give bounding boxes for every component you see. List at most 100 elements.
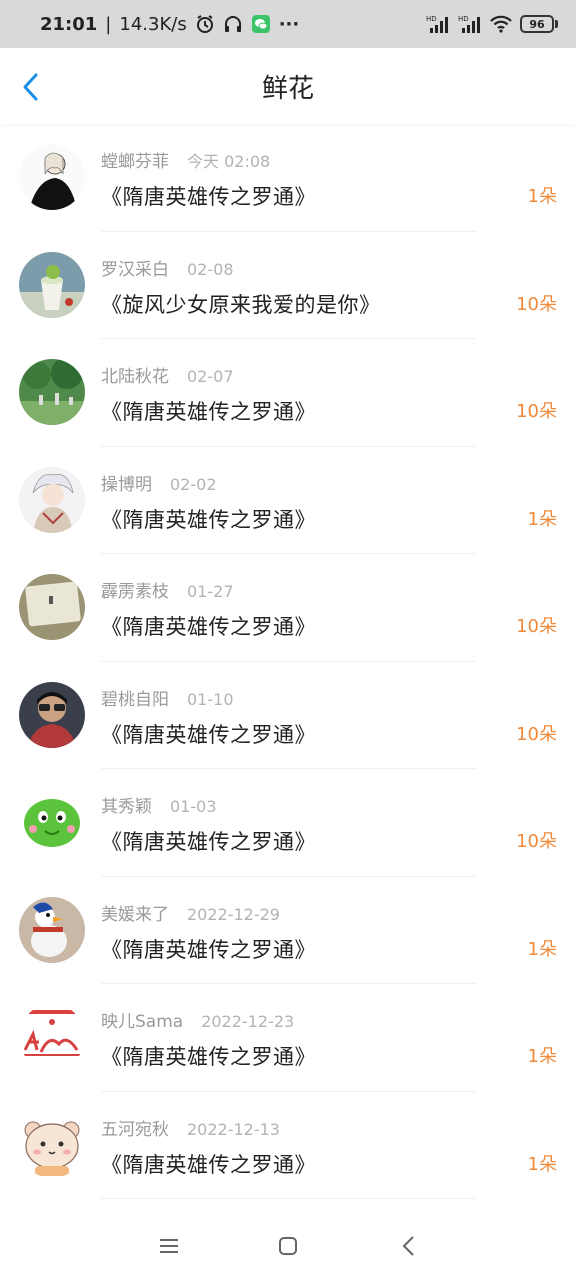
date: 今天 02:08 (187, 152, 271, 171)
book-title[interactable]: 《旋风少女原来我爱的是你》 (101, 289, 576, 319)
flower-amount: 1朵 (527, 938, 557, 960)
username[interactable]: 五河宛秋 (101, 1115, 169, 1140)
username[interactable]: 霹雳素枝 (101, 577, 169, 602)
book-title[interactable]: 《隋唐英雄传之罗通》 (101, 934, 576, 964)
meta-row: 螳螂芬菲 今天 02:08 (101, 147, 576, 173)
alarm-icon (195, 14, 215, 34)
flower-amount: 1朵 (527, 508, 557, 530)
status-separator: | (105, 13, 112, 35)
list-item[interactable]: 操博明 02-02 《隋唐英雄传之罗通》 1朵 (0, 447, 576, 554)
svg-text:HD: HD (458, 15, 469, 23)
username[interactable]: 映儿Sama (101, 1007, 183, 1032)
item-info: 美媛来了 2022-12-29 《隋唐英雄传之罗通》 (101, 900, 576, 964)
headphones-icon (223, 14, 243, 34)
system-nav-bar (0, 1210, 576, 1280)
flower-amount: 10朵 (516, 831, 557, 852)
avatar[interactable] (19, 359, 85, 425)
item-info: 操博明 02-02 《隋唐英雄传之罗通》 (101, 470, 576, 534)
list-item[interactable]: 碧桃自阳 01-10 《隋唐英雄传之罗通》 10朵 (0, 662, 576, 769)
wechat-icon (251, 14, 271, 34)
chevron-left-icon (23, 73, 38, 101)
list-item[interactable]: 罗汉采白 02-08 《旋风少女原来我爱的是你》 10朵 (0, 232, 576, 339)
back-button[interactable] (16, 72, 46, 102)
username[interactable]: 北陆秋花 (101, 362, 169, 387)
meta-row: 北陆秋花 02-07 (101, 362, 576, 388)
signal-icon: HD (458, 14, 482, 34)
book-title[interactable]: 《隋唐英雄传之罗通》 (101, 181, 576, 211)
avatar[interactable] (19, 896, 85, 963)
nav-back-button[interactable] (397, 1234, 421, 1258)
date: 2022-12-29 (187, 904, 280, 924)
flower-amount: 10朵 (516, 616, 557, 637)
list-item[interactable]: 其秀颖 01-03 《隋唐英雄传之罗通》 10朵 (0, 769, 576, 877)
item-info: 霹雳素枝 01-27 《隋唐英雄传之罗通》 (101, 577, 576, 641)
status-left: 21:01 | 14.3K/s ··· (40, 14, 299, 35)
book-title[interactable]: 《隋唐英雄传之罗通》 (101, 1041, 576, 1071)
meta-row: 操博明 02-02 (101, 470, 576, 496)
book-title[interactable]: 《隋唐英雄传之罗通》 (101, 504, 576, 534)
item-info: 北陆秋花 02-07 《隋唐英雄传之罗通》 (101, 362, 576, 426)
list-item[interactable]: 美媛来了 2022-12-29 《隋唐英雄传之罗通》 1朵 (0, 877, 576, 984)
book-title[interactable]: 《隋唐英雄传之罗通》 (101, 826, 576, 856)
book-title[interactable]: 《隋唐英雄传之罗通》 (101, 611, 576, 641)
username[interactable]: 操博明 (101, 470, 152, 495)
avatar[interactable] (19, 466, 85, 533)
menu-icon (160, 1239, 178, 1253)
header: 鲜花 (0, 48, 576, 124)
date: 02-07 (187, 367, 234, 386)
gift-list: 螳螂芬菲 今天 02:08 《隋唐英雄传之罗通》 1朵 罗汉采白 02-08 《… (0, 124, 576, 1199)
menu-button[interactable] (157, 1234, 181, 1258)
avatar[interactable] (19, 1004, 85, 1070)
meta-row: 碧桃自阳 01-10 (101, 685, 576, 711)
list-item[interactable]: 映儿Sama 2022-12-23 《隋唐英雄传之罗通》 1朵 (0, 984, 576, 1092)
list-item[interactable]: 螳螂芬菲 今天 02:08 《隋唐英雄传之罗通》 1朵 (0, 124, 576, 232)
meta-row: 美媛来了 2022-12-29 (101, 900, 576, 926)
svg-text:HD: HD (426, 15, 437, 23)
flower-amount: 1朵 (527, 186, 557, 207)
username[interactable]: 其秀颖 (101, 792, 152, 817)
avatar[interactable] (19, 681, 85, 748)
list-item[interactable]: 霹雳素枝 01-27 《隋唐英雄传之罗通》 10朵 (0, 554, 576, 662)
book-title[interactable]: 《隋唐英雄传之罗通》 (101, 1149, 576, 1179)
username[interactable]: 碧桃自阳 (101, 685, 169, 710)
item-info: 其秀颖 01-03 《隋唐英雄传之罗通》 (101, 792, 576, 856)
meta-row: 霹雳素枝 01-27 (101, 577, 576, 603)
date: 01-27 (187, 582, 234, 601)
date: 01-10 (187, 689, 234, 709)
avatar[interactable] (19, 1111, 85, 1178)
network-speed: 14.3K/s (119, 13, 187, 35)
meta-row: 映儿Sama 2022-12-23 (101, 1007, 576, 1033)
flower-amount: 10朵 (516, 293, 557, 315)
book-title[interactable]: 《隋唐英雄传之罗通》 (101, 719, 576, 749)
date: 2022-12-13 (187, 1119, 280, 1139)
list-item[interactable]: 五河宛秋 2022-12-13 《隋唐英雄传之罗通》 1朵 (0, 1092, 576, 1199)
date: 01-03 (170, 797, 217, 816)
wifi-icon (490, 15, 512, 33)
username[interactable]: 螳螂芬菲 (101, 147, 169, 172)
date: 02-02 (170, 474, 217, 494)
meta-row: 其秀颖 01-03 (101, 792, 576, 818)
flower-amount: 10朵 (516, 401, 557, 422)
book-title[interactable]: 《隋唐英雄传之罗通》 (101, 396, 576, 426)
home-button[interactable] (276, 1234, 300, 1258)
flower-amount: 1朵 (527, 1046, 557, 1067)
avatar[interactable] (19, 574, 85, 640)
date: 02-08 (187, 259, 234, 279)
back-icon (402, 1236, 414, 1256)
signal-icon: HD (426, 14, 450, 34)
item-info: 螳螂芬菲 今天 02:08 《隋唐英雄传之罗通》 (101, 147, 576, 211)
meta-row: 五河宛秋 2022-12-13 (101, 1115, 576, 1141)
status-right: HD HD 96 (426, 14, 558, 34)
more-indicator: ··· (278, 13, 300, 35)
avatar[interactable] (19, 789, 85, 855)
username[interactable]: 美媛来了 (101, 900, 169, 925)
status-bar: 21:01 | 14.3K/s ··· HD HD 96 (0, 0, 576, 48)
list-item[interactable]: 北陆秋花 02-07 《隋唐英雄传之罗通》 10朵 (0, 339, 576, 447)
avatar[interactable] (19, 251, 85, 318)
avatar[interactable] (19, 144, 85, 210)
date: 2022-12-23 (201, 1012, 295, 1031)
home-icon (279, 1237, 297, 1255)
status-time: 21:01 (40, 13, 98, 35)
battery-level: 96 (520, 15, 554, 33)
username[interactable]: 罗汉采白 (101, 255, 169, 280)
